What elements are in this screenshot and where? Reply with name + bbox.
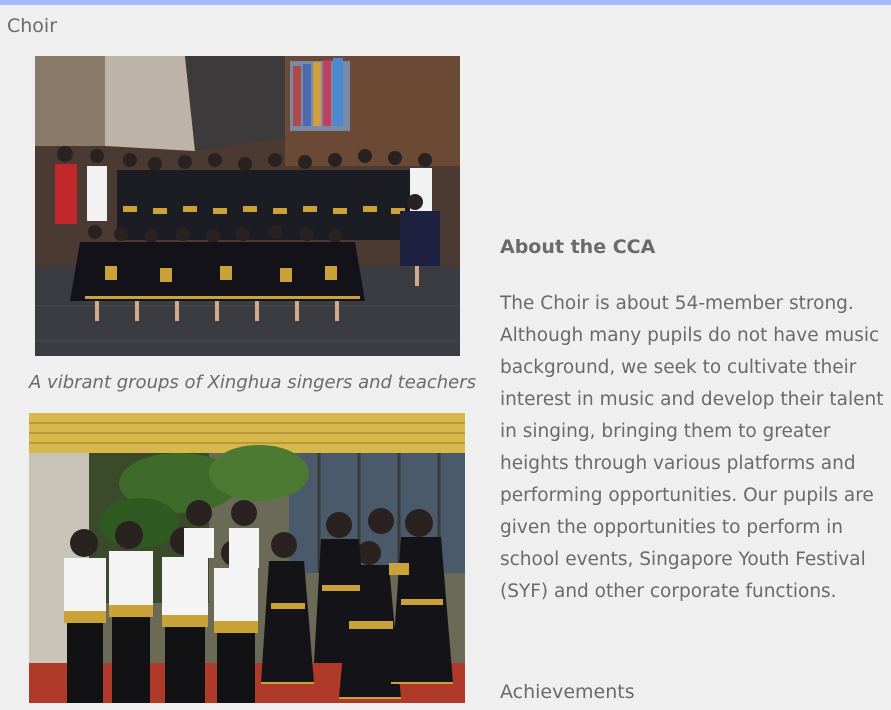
section-title: Choir xyxy=(7,15,58,37)
achievements-heading: Achievements xyxy=(500,681,635,703)
choir-group-photo xyxy=(35,56,460,356)
about-paragraph: The Choir is about 54-member strong. Alt… xyxy=(500,293,884,602)
photo-caption: A vibrant groups of Xinghua singers and … xyxy=(29,372,477,393)
about-heading: About the CCA xyxy=(500,236,656,258)
choir-small-group-photo xyxy=(29,413,465,703)
top-accent-bar xyxy=(0,0,891,5)
about-section: About the CCA The Choir is about 54-memb… xyxy=(500,234,885,608)
